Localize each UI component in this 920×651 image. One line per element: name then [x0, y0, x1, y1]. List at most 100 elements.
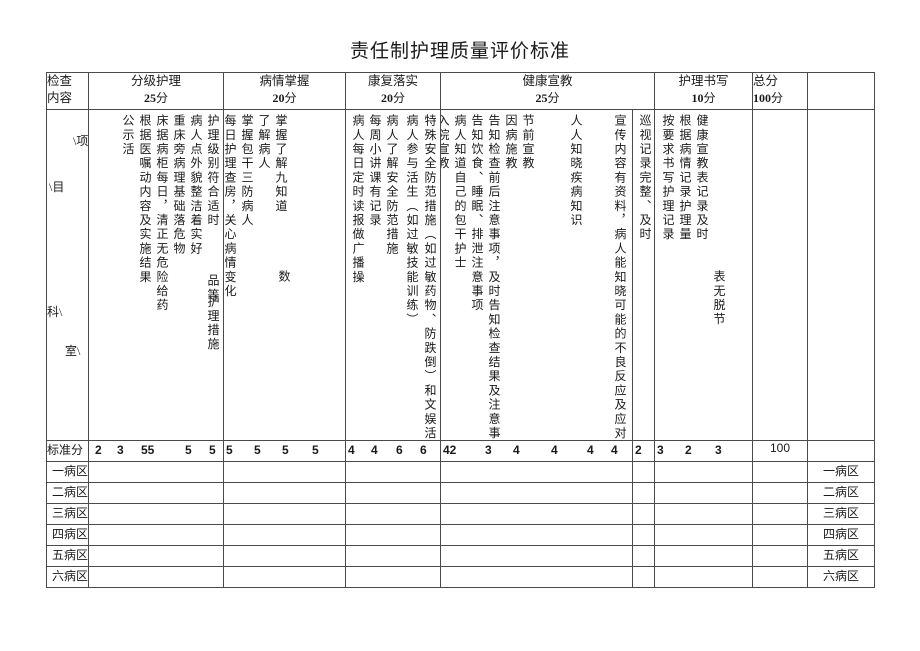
ward-score-total[interactable]	[752, 545, 809, 567]
ward-score-kangfu-luoshi[interactable]	[345, 524, 441, 546]
ward-score-xunshi-jilu[interactable]	[631, 545, 656, 567]
ward-label-right: 一病区	[807, 461, 876, 483]
score-value: 4	[587, 443, 594, 457]
content-cell-huli-shuxie: 健康宣教表记录及时 根据病情记录护理量 按要求书写护理记录 表无脱节	[654, 109, 754, 441]
score-cell-remark	[807, 440, 876, 462]
ward-score-bingqing-zhangwo[interactable]	[223, 482, 346, 504]
score-cell-xunshi-jilu: 2	[631, 440, 656, 462]
ward-score-bingqing-zhangwo[interactable]	[223, 566, 346, 588]
ward-score-huli-shuxie[interactable]	[654, 503, 754, 525]
ward-score-kangfu-luoshi[interactable]	[345, 482, 441, 504]
header-unit: 分	[392, 91, 405, 105]
corner-label-xiang: \项	[73, 134, 89, 148]
content-cell-fenji-huli: 护理级别符合适时 病人点外貌整洁着实好 重床旁病理基础落危物 床据病柜每日，清正…	[88, 109, 224, 441]
ward-score-jiankang-xuanjiao[interactable]	[440, 545, 633, 567]
ward-score-kangfu-luoshi[interactable]	[345, 461, 441, 483]
header-label: 分级护理	[130, 74, 181, 88]
score-value: 5	[312, 443, 319, 457]
ward-score-xunshi-jilu[interactable]	[631, 503, 656, 525]
score-value: 42	[443, 443, 457, 457]
ward-score-bingqing-zhangwo[interactable]	[223, 503, 346, 525]
header-cell-jiankang-xuanjiao: 健康宣教 25分	[439, 72, 656, 110]
header-label: 康复落实	[367, 74, 418, 88]
vtext-run: 每周小讲课有记录	[368, 114, 382, 228]
ward-score-bingqing-zhangwo[interactable]	[223, 545, 346, 567]
header-points: 100	[753, 91, 772, 105]
vtext-run: 掌握了解九知道	[274, 114, 288, 214]
ward-label-left: 五病区	[46, 545, 89, 567]
score-value: 55	[141, 443, 155, 457]
score-value: 4	[371, 443, 378, 457]
ward-score-total[interactable]	[752, 482, 809, 504]
ward-score-huli-shuxie[interactable]	[654, 461, 754, 483]
vtext-run: 数	[277, 270, 291, 285]
vtext-run: 节前宣教	[521, 114, 535, 171]
corner-diagonal-box: \项 \目 科\ 室\	[48, 111, 89, 440]
ward-score-total[interactable]	[752, 566, 809, 588]
corner-label-shi: 室\	[65, 344, 81, 358]
ward-score-total[interactable]	[752, 503, 809, 525]
vertical-text-box: 掌握了解九知道 了解病人 掌握包干三防病人 每日护理查房，关心病情变化 数	[225, 111, 345, 440]
ward-score-total[interactable]	[752, 524, 809, 546]
score-value: 6	[396, 443, 403, 457]
ward-score-jiankang-xuanjiao[interactable]	[440, 566, 633, 588]
header-unit: 分	[703, 91, 716, 105]
ward-label-left: 一病区	[46, 461, 89, 483]
content-cell-bingqing-zhangwo: 掌握了解九知道 了解病人 掌握包干三防病人 每日护理查房，关心病情变化 数	[223, 109, 346, 441]
header-label: 病情掌握	[259, 74, 310, 88]
ward-score-kangfu-luoshi[interactable]	[345, 566, 441, 588]
ward-score-fenji-huli[interactable]	[88, 545, 224, 567]
ward-score-huli-shuxie[interactable]	[654, 482, 754, 504]
table-row: 一病区 一病区	[46, 461, 876, 483]
vtext-run: 病人了解安全防范措施	[385, 114, 399, 256]
header-points: 20	[272, 91, 285, 105]
score-cell-fenji-huli: 2 3 55 5 5	[88, 440, 224, 462]
score-value: 5	[254, 443, 261, 457]
ward-label-left: 三病区	[46, 503, 89, 525]
vtext-run: 告知检查前后注意事项，及时告知检查结果及注意事项	[487, 114, 501, 441]
vtext-run: 告知饮食、睡眠、排泄注意事项	[470, 114, 484, 313]
ward-score-fenji-huli[interactable]	[88, 482, 224, 504]
ward-score-xunshi-jilu[interactable]	[631, 524, 656, 546]
ward-score-kangfu-luoshi[interactable]	[345, 503, 441, 525]
table-row: 三病区 三病区	[46, 503, 876, 525]
ward-score-total[interactable]	[752, 461, 809, 483]
ward-score-jiankang-xuanjiao[interactable]	[440, 503, 633, 525]
ward-score-bingqing-zhangwo[interactable]	[223, 524, 346, 546]
ward-score-fenji-huli[interactable]	[88, 461, 224, 483]
vtext-run: 按要求书写护理记录	[661, 114, 676, 242]
ward-score-jiankang-xuanjiao[interactable]	[440, 461, 633, 483]
ward-score-fenji-huli[interactable]	[88, 503, 224, 525]
vtext-run: 护理级别符合适时	[206, 114, 220, 228]
ward-score-xunshi-jilu[interactable]	[631, 482, 656, 504]
score-value: 2	[635, 443, 642, 457]
vtext-run: 因病施教	[504, 114, 518, 171]
ward-score-bingqing-zhangwo[interactable]	[223, 461, 346, 483]
header-unit: 分	[155, 91, 168, 105]
ward-score-jiankang-xuanjiao[interactable]	[440, 524, 633, 546]
content-cell-xunshi-jilu: 巡视记录完整、及时	[631, 109, 656, 441]
ward-score-fenji-huli[interactable]	[88, 524, 224, 546]
ward-score-kangfu-luoshi[interactable]	[345, 545, 441, 567]
table-row: 四病区 四病区	[46, 524, 876, 546]
ward-score-jiankang-xuanjiao[interactable]	[440, 482, 633, 504]
ward-score-huli-shuxie[interactable]	[654, 566, 754, 588]
table-row: 五病区 五病区	[46, 545, 876, 567]
score-value: 5	[209, 443, 216, 457]
ward-score-huli-shuxie[interactable]	[654, 524, 754, 546]
ward-label-left: 六病区	[46, 566, 89, 588]
ward-score-huli-shuxie[interactable]	[654, 545, 754, 567]
score-cell-total: 100	[752, 440, 809, 462]
header-unit: 分	[547, 91, 560, 105]
vertical-text-box: 巡视记录完整、及时	[634, 111, 654, 440]
header-cell-bingqing-zhangwo: 病情掌握 20分	[223, 72, 346, 110]
header-cell-huli-shuxie: 护理书写 10分	[654, 72, 754, 110]
ward-score-fenji-huli[interactable]	[88, 566, 224, 588]
ward-score-xunshi-jilu[interactable]	[631, 461, 656, 483]
ward-label-right: 五病区	[807, 545, 876, 567]
ward-score-xunshi-jilu[interactable]	[631, 566, 656, 588]
header-cell-remark	[807, 72, 876, 110]
score-value: 5	[185, 443, 192, 457]
vtext-run: 病人每日定时读报做广播操	[351, 114, 365, 285]
vtext-run: 了解病人	[257, 114, 271, 171]
